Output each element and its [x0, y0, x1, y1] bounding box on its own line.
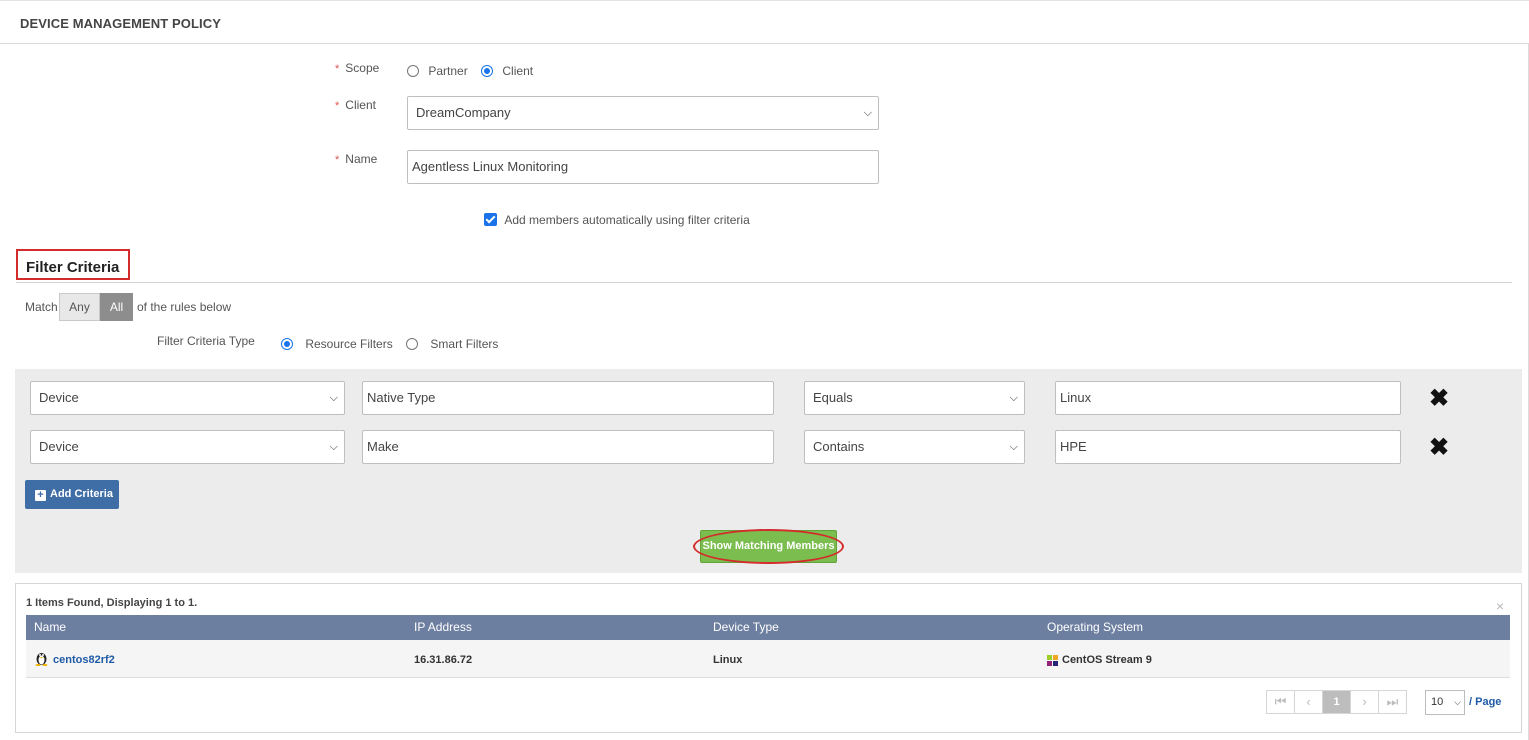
- client-select[interactable]: DreamCompany ⌵: [407, 96, 879, 130]
- column-header-ip[interactable]: IP Address: [414, 620, 472, 634]
- criteria-operator-value: Equals: [813, 390, 853, 405]
- results-summary: 1 Items Found, Displaying 1 to 1.: [26, 597, 198, 609]
- add-criteria-button[interactable]: + Add Criteria: [25, 480, 119, 509]
- smart-filters-radio[interactable]: [406, 337, 419, 350]
- match-label: Match: [25, 300, 58, 314]
- highlight-ring: [693, 529, 844, 564]
- page-size-value: 10: [1431, 696, 1444, 708]
- filter-criteria-heading: Filter Criteria: [16, 249, 130, 280]
- scope-client-radio[interactable]: [481, 64, 494, 77]
- criteria-entity-select[interactable]: Device ⌵: [30, 381, 345, 415]
- criteria-entity-select[interactable]: Device ⌵: [30, 430, 345, 464]
- filter-type-label: Filter Criteria Type: [157, 334, 255, 348]
- os-cell: CentOS Stream 9: [1062, 654, 1152, 666]
- scope-client-label[interactable]: Client: [502, 64, 533, 78]
- ip-address-cell: 16.31.86.72: [414, 654, 473, 666]
- prev-page-icon[interactable]: ‹: [1294, 690, 1323, 714]
- criteria-attribute-value: Native Type: [367, 390, 436, 405]
- criteria-entity-value: Device: [39, 390, 79, 405]
- scope-partner-radio[interactable]: [407, 64, 419, 77]
- next-page-icon[interactable]: ›: [1350, 690, 1379, 714]
- column-header-device-type[interactable]: Device Type: [713, 620, 779, 634]
- column-header-os[interactable]: Operating System: [1047, 620, 1143, 634]
- required-marker: *: [335, 154, 340, 166]
- required-marker: *: [335, 63, 340, 75]
- page-size-select[interactable]: 10 ⌵: [1425, 690, 1465, 715]
- match-suffix: of the rules below: [137, 300, 232, 314]
- criteria-operator-value: Contains: [813, 439, 865, 454]
- match-toggle: Any All: [59, 293, 133, 321]
- client-label-text: Client: [345, 98, 376, 112]
- auto-members-checkbox[interactable]: [484, 213, 497, 227]
- table-header: Name IP Address Device Type Operating Sy…: [26, 615, 1510, 640]
- match-all-button[interactable]: All: [100, 293, 133, 321]
- pagination: ⏮ ‹ 1 › ⏭: [1266, 690, 1407, 714]
- criteria-value-input[interactable]: Linux: [1055, 381, 1401, 415]
- device-name-link[interactable]: centos82rf2: [53, 654, 115, 666]
- page-title: DEVICE MANAGEMENT POLICY: [20, 16, 222, 31]
- chevron-down-icon: ⌵: [1009, 441, 1018, 453]
- device-type-cell: Linux: [713, 654, 743, 666]
- chevron-down-icon: ⌵: [1454, 697, 1461, 707]
- auto-members-row: Add members automatically using filter c…: [484, 212, 750, 227]
- title-divider: [0, 43, 1529, 44]
- table-row[interactable]: centos82rf2 16.31.86.72 Linux CentOS Str…: [26, 640, 1510, 678]
- match-any-button[interactable]: Any: [59, 293, 100, 321]
- auto-members-label[interactable]: Add members automatically using filter c…: [504, 213, 749, 227]
- current-page[interactable]: 1: [1322, 690, 1351, 714]
- centos-icon: [1047, 655, 1058, 669]
- resource-filters-label[interactable]: Resource Filters: [305, 337, 392, 351]
- criteria-attribute-value: Make: [367, 439, 399, 454]
- required-marker: *: [335, 100, 340, 112]
- name-input[interactable]: Agentless Linux Monitoring: [407, 150, 879, 184]
- criteria-value-text: Linux: [1060, 390, 1092, 405]
- name-label-text: Name: [345, 152, 378, 166]
- criteria-value-text: HPE: [1060, 439, 1087, 454]
- client-label: * Client: [335, 98, 376, 112]
- linux-tux-icon: [34, 650, 49, 669]
- chevron-down-icon: ⌵: [329, 392, 338, 404]
- criteria-value-input[interactable]: HPE: [1055, 430, 1401, 464]
- name-label: * Name: [335, 152, 377, 166]
- scope-label-text: Scope: [345, 61, 380, 75]
- chevron-down-icon: ⌵: [1009, 392, 1018, 404]
- smart-filters-label[interactable]: Smart Filters: [430, 337, 498, 351]
- close-icon[interactable]: ✖: [1429, 387, 1449, 411]
- per-page-label: / Page: [1469, 696, 1502, 708]
- scope-label: * Scope: [335, 61, 379, 75]
- first-page-icon[interactable]: ⏮: [1266, 690, 1295, 714]
- criteria-attribute-input[interactable]: Native Type: [362, 381, 774, 415]
- criteria-entity-value: Device: [39, 439, 79, 454]
- scope-partner-label[interactable]: Partner: [428, 64, 467, 78]
- close-icon[interactable]: ×: [1496, 598, 1504, 614]
- chevron-down-icon: ⌵: [329, 441, 338, 453]
- criteria-operator-select[interactable]: Equals ⌵: [804, 381, 1025, 415]
- chevron-down-icon: ⌵: [863, 107, 872, 119]
- add-criteria-label: Add Criteria: [50, 488, 113, 500]
- scope-radio-group: Partner Client: [407, 63, 533, 78]
- resource-filters-radio[interactable]: [281, 337, 293, 350]
- client-select-value: DreamCompany: [416, 105, 511, 120]
- last-page-icon[interactable]: ⏭: [1378, 690, 1407, 714]
- plus-square-icon: +: [35, 490, 46, 501]
- criteria-attribute-input[interactable]: Make: [362, 430, 774, 464]
- criteria-operator-select[interactable]: Contains ⌵: [804, 430, 1025, 464]
- filter-divider: [16, 282, 1512, 283]
- close-icon[interactable]: ✖: [1429, 436, 1449, 460]
- filter-type-radio-group: Resource Filters Smart Filters: [281, 336, 498, 351]
- column-header-name[interactable]: Name: [34, 620, 66, 634]
- name-input-value: Agentless Linux Monitoring: [412, 159, 569, 174]
